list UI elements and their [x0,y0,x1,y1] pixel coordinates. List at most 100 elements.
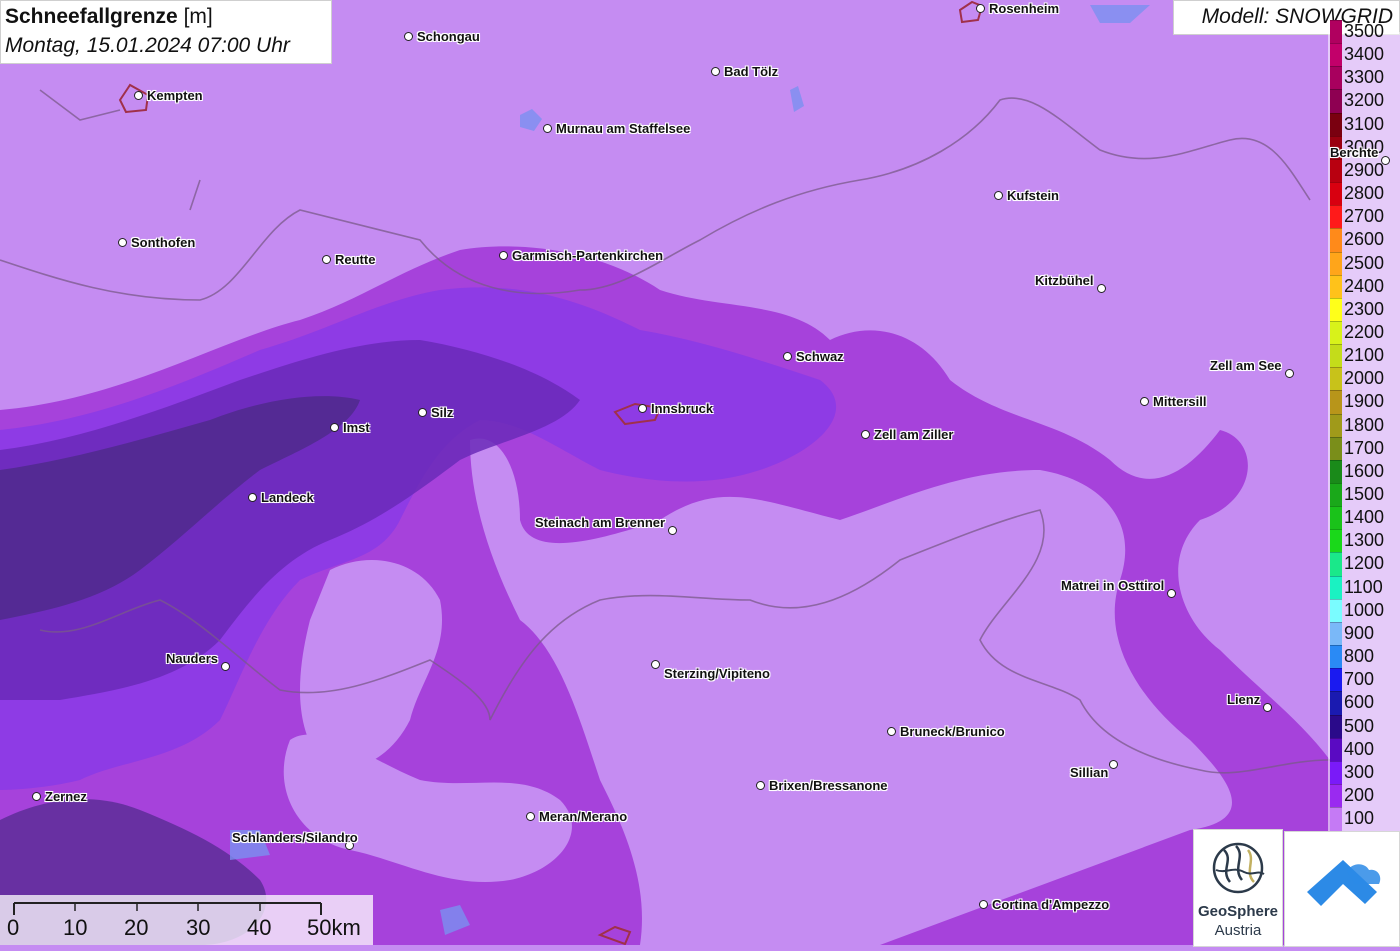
legend-value-900: 900 [1344,622,1375,643]
legend-value-2100: 2100 [1344,345,1385,366]
city-label: Mittersill [1153,394,1207,409]
legend-swatch-2100 [1330,344,1342,369]
legend-swatch-1600 [1330,459,1342,484]
city-label: Zell am Ziller [874,427,954,442]
city-dot-icon [1109,760,1118,769]
city-label: Kitzbühel [1035,273,1094,288]
legend-value-2600: 2600 [1344,229,1385,250]
geosphere-emblem-icon [1212,842,1265,894]
city-label: Kempten [147,88,203,103]
city-dot-icon [861,430,870,439]
scale-label-50km: 50km [307,915,361,940]
legend-row-200: 200 [1328,783,1400,808]
legend-swatch-800 [1330,645,1342,670]
city-label: Nauders [166,651,219,666]
city-label: Steinach am Brenner [535,515,666,530]
scale-label-0: 0 [7,915,20,940]
legend-value-100: 100 [1344,808,1375,829]
map-title: Schneefallgrenze [m] [5,5,213,29]
legend-value-300: 300 [1344,761,1375,782]
city-dot-icon [543,124,552,133]
legend-value-1500: 1500 [1344,484,1385,504]
legend-row-1400: 1400 [1328,506,1400,531]
legend-swatch-2600 [1330,228,1342,253]
legend-row-2800: 2800 [1328,182,1400,207]
city-label: Meran/Merano [539,809,628,824]
city-label: Zernez [45,789,87,804]
legend-row-3100: 3100 [1328,112,1400,137]
weather-app-logo[interactable] [1284,831,1400,947]
legend-row-1000: 1000 [1328,598,1400,623]
legend-value-3400: 3400 [1344,44,1385,65]
legend-swatch-600 [1330,691,1342,716]
legend-row-2500: 2500 [1328,251,1400,276]
legend-swatch-2700 [1330,205,1342,230]
city-label: Reutte [335,252,376,267]
legend-row-1200: 1200 [1328,552,1400,577]
city-dot-icon [711,67,720,76]
legend-value-3500: 3500 [1344,21,1385,41]
legend-row-1600: 1600 [1328,459,1400,484]
legend-swatch-2400 [1330,274,1342,299]
legend-value-200: 200 [1344,784,1375,805]
legend-swatch-700 [1330,668,1342,693]
legend-value-2300: 2300 [1344,298,1385,319]
legend-swatch-2500 [1330,251,1342,276]
legend-row-700: 700 [1328,668,1400,693]
city-dot-icon [756,781,765,790]
legend-swatch-400 [1330,737,1342,762]
legend-swatch-2900 [1330,158,1342,183]
legend-swatch-1400 [1330,506,1342,531]
snowline-map[interactable] [0,0,1400,945]
city-dot-icon [134,91,143,100]
legend-value-800: 800 [1344,646,1375,667]
city-dot-icon [668,526,677,535]
city-label: Berchte [1330,145,1379,160]
scale-label-10: 10 [63,915,88,940]
city-dot-icon [783,352,792,361]
legend-swatch-1800 [1330,413,1342,438]
city-dot-icon [248,493,257,502]
city-label: Schongau [417,29,480,44]
legend-swatch-3400 [1330,43,1342,68]
legend-value-2700: 2700 [1344,206,1385,227]
legend-row-300: 300 [1328,760,1400,785]
legend-swatch-1000 [1330,598,1342,623]
city-dot-icon [404,32,413,41]
legend-swatch-2200 [1330,320,1342,345]
legend-row-1300: 1300 [1328,529,1400,554]
legend-swatch-1700 [1330,436,1342,461]
city-label: Schwaz [796,349,844,364]
legend-value-1600: 1600 [1344,460,1385,481]
legend-row-2400: 2400 [1328,274,1400,299]
variable-name: Schneefallgrenze [5,5,178,28]
scale-bar: 0 10 20 30 40 50km [0,895,373,945]
city-label: Kufstein [1007,188,1059,203]
city-dot-icon [499,251,508,260]
legend-swatch-1300 [1330,529,1342,554]
city-label: Sterzing/Vipiteno [664,666,770,681]
legend-value-2400: 2400 [1344,275,1385,296]
legend-value-1700: 1700 [1344,437,1385,458]
city-label: Rosenheim [989,1,1060,16]
city-dot-icon [118,238,127,247]
geosphere-logo-line2: Austria [1214,922,1262,939]
legend-value-600: 600 [1344,692,1375,713]
legend-value-2500: 2500 [1344,252,1385,273]
city-label: Schlanders/Silandro [232,830,358,845]
city-dot-icon [651,660,660,669]
legend-row-100: 100 [1328,807,1400,832]
legend-value-1800: 1800 [1344,414,1385,435]
city-label: Silz [431,405,454,420]
city-dot-icon [638,404,647,413]
legend-value-2200: 2200 [1344,321,1385,342]
legend-row-500: 500 [1328,714,1400,739]
scale-label-30: 30 [186,915,211,940]
geosphere-logo[interactable]: GeoSphere Austria [1193,829,1283,947]
city-label: Sonthofen [131,235,196,250]
legend-swatch-500 [1330,714,1342,739]
city-dot-icon [976,4,985,13]
valid-time: Montag, 15.01.2024 07:00 Uhr [5,34,290,57]
legend-value-2800: 2800 [1344,183,1385,204]
legend-row-2300: 2300 [1328,297,1400,322]
